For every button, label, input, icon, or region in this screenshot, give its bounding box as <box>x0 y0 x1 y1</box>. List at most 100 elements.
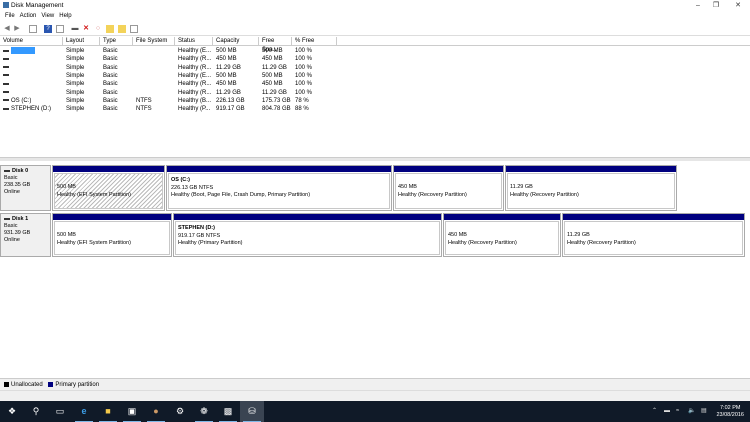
cell-layout: Simple <box>66 89 85 96</box>
partition-body: 11.29 GB Healthy (Recovery Partition) <box>507 173 675 209</box>
volume-row[interactable]: OS (C:) Simple Basic NTFS Healthy (B... 226.1… <box>0 97 340 105</box>
partition[interactable]: 450 MB Healthy (Recovery Partition) <box>443 213 561 257</box>
store-icon[interactable]: ▣ <box>120 401 144 422</box>
menu-file[interactable]: File <box>5 11 15 22</box>
cell-layout: Simple <box>66 56 85 63</box>
volume-icon[interactable]: 🔈 <box>688 401 695 422</box>
battery-icon[interactable]: ▬ <box>664 401 670 422</box>
volume-row[interactable]: Simple Basic Healthy (R... 11.29 GB 11.29 GB… <box>0 64 340 72</box>
column-capacity[interactable]: Capacity <box>213 37 259 46</box>
partition[interactable]: 11.29 GB Healthy (Recovery Partition) <box>562 213 745 257</box>
partition-title: OS (C:) <box>171 177 190 183</box>
maximize-button[interactable]: ❐ <box>706 1 726 10</box>
disk-type: Basic <box>4 175 18 181</box>
partition[interactable]: 500 MB Healthy (EFI System Partition) <box>52 165 165 211</box>
partition-title: STEPHEN (D:) <box>178 225 215 231</box>
disk-size: 238.35 GB <box>4 182 31 188</box>
show-hidden-icons[interactable]: ⌃ <box>652 401 657 422</box>
volume-row[interactable]: Simple Basic Healthy (R... 11.29 GB 11.29 GB… <box>0 89 340 97</box>
cell-type: Basic <box>103 72 118 79</box>
new-icon[interactable] <box>106 25 114 33</box>
partition[interactable]: 11.29 GB Healthy (Recovery Partition) <box>505 165 677 211</box>
column-volume[interactable]: Volume <box>0 37 63 46</box>
action-center-icon[interactable]: ▤ <box>701 401 707 422</box>
view-icon[interactable] <box>130 25 138 33</box>
search-icon[interactable]: ⚲ <box>24 401 48 422</box>
disk-management-taskbar-icon[interactable]: ⛁ <box>240 401 264 422</box>
legend-primary: Primary partition <box>55 382 100 388</box>
delete-icon[interactable]: ✕ <box>82 25 90 33</box>
command-prompt-icon[interactable]: ▩ <box>216 401 240 422</box>
column-free-space[interactable]: Free Spa... <box>259 37 292 53</box>
cell-layout: Simple <box>66 106 85 113</box>
volume-row[interactable]: STEPHEN (D:) Simple Basic NTFS Healthy (P...… <box>0 105 340 113</box>
disk-label[interactable]: Disk 1 Basic 931.39 GB Online <box>0 213 51 257</box>
disk-icon <box>4 217 10 220</box>
clock[interactable]: 7:02 PM 23/08/2016 <box>716 405 744 419</box>
settings-icon[interactable]: ⚙ <box>168 401 192 422</box>
app-icon <box>3 2 9 8</box>
disk-name: Disk 0 <box>12 168 29 174</box>
cell-status: Healthy (E... <box>178 48 212 54</box>
edge-icon[interactable]: e <box>72 401 96 422</box>
disk-size: 931.39 GB <box>4 230 31 236</box>
cell-type: Basic <box>103 48 118 54</box>
volume-name: STEPHEN (D:) <box>11 106 52 113</box>
cell-capacity: 919.17 GB <box>216 106 245 113</box>
partition-size: 226.13 GB NTFS <box>171 184 214 191</box>
volume-row[interactable]: Simple Basic Healthy (R... 450 MB 450 MB 100 … <box>0 55 340 63</box>
menu-action[interactable]: Action <box>20 11 37 22</box>
open-icon[interactable] <box>118 25 126 33</box>
menu-view[interactable]: View <box>41 11 54 22</box>
close-button[interactable]: ✕ <box>728 1 748 10</box>
column-file-system[interactable]: File System <box>133 37 175 46</box>
partition[interactable]: OS (C:) 226.13 GB NTFS Healthy (Boot, Pa… <box>166 165 392 211</box>
volume-row[interactable]: Simple Basic Healthy (E... 500 MB 500 MB 100 … <box>0 72 340 80</box>
menu-bar: File Action View Help <box>0 11 750 22</box>
minimize-button[interactable]: – <box>688 1 708 10</box>
column-percent-free[interactable]: % Free <box>292 37 337 46</box>
back-icon[interactable]: ◀ <box>3 25 11 33</box>
task-view-icon[interactable]: ▭ <box>48 401 72 422</box>
partition[interactable]: STEPHEN (D:) 919.17 GB NTFS Healthy (Pri… <box>173 213 442 257</box>
primary-swatch <box>48 381 54 387</box>
connect-icon[interactable]: ▬ <box>71 25 79 33</box>
properties-icon[interactable] <box>56 25 64 33</box>
partition-status: Healthy (Primary Partition) <box>178 240 243 246</box>
disk-label[interactable]: Disk 0 Basic 238.35 GB Online <box>0 165 51 211</box>
paint-icon[interactable]: ❁ <box>192 401 216 422</box>
volume-row[interactable]: Simple Basic Healthy (R... 450 MB 450 MB 100 … <box>0 80 340 88</box>
partition-type-bar <box>167 166 391 172</box>
column-type[interactable]: Type <box>100 37 133 46</box>
cell-volume <box>3 72 11 80</box>
partition-type-bar <box>174 214 441 220</box>
cell-capacity: 450 MB <box>216 81 237 88</box>
partition-status: Healthy (EFI System Partition) <box>57 239 131 246</box>
unallocated-swatch <box>4 381 9 387</box>
column-layout[interactable]: Layout <box>63 37 100 46</box>
console-tree-icon[interactable] <box>29 25 37 33</box>
column-status[interactable]: Status <box>175 37 213 46</box>
cell-status: Healthy (R... <box>178 56 212 63</box>
volume-row[interactable]: Simple Basic Healthy (E... 500 MB 500 MB 100 … <box>0 47 340 55</box>
legend: Unallocated Primary partition <box>0 378 750 390</box>
cell-status: Healthy (R... <box>178 81 212 88</box>
refresh-icon[interactable]: ○ <box>94 25 102 33</box>
partition-size: 11.29 GB <box>567 232 590 238</box>
start-button[interactable]: ❖ <box>0 401 24 422</box>
cell-free: 500 MB <box>262 72 283 79</box>
file-explorer-icon[interactable]: ■ <box>96 401 120 422</box>
window-title: Disk Management <box>11 2 64 9</box>
partition[interactable]: 500 MB Healthy (EFI System Partition) <box>52 213 172 257</box>
partition[interactable]: 450 MB Healthy (Recovery Partition) <box>393 165 504 211</box>
volume-icon <box>3 66 9 69</box>
person-app-icon[interactable]: ● <box>144 401 168 422</box>
cell-status: Healthy (P... <box>178 106 211 113</box>
menu-help[interactable]: Help <box>59 11 71 22</box>
help-icon[interactable]: ? <box>44 25 52 33</box>
partition-type-bar <box>394 166 503 172</box>
forward-icon[interactable]: ▶ <box>13 25 21 33</box>
partition-size: 500 MB <box>57 232 76 238</box>
cell-free: 450 MB <box>262 56 283 63</box>
network-icon[interactable]: ≈ <box>676 401 679 422</box>
